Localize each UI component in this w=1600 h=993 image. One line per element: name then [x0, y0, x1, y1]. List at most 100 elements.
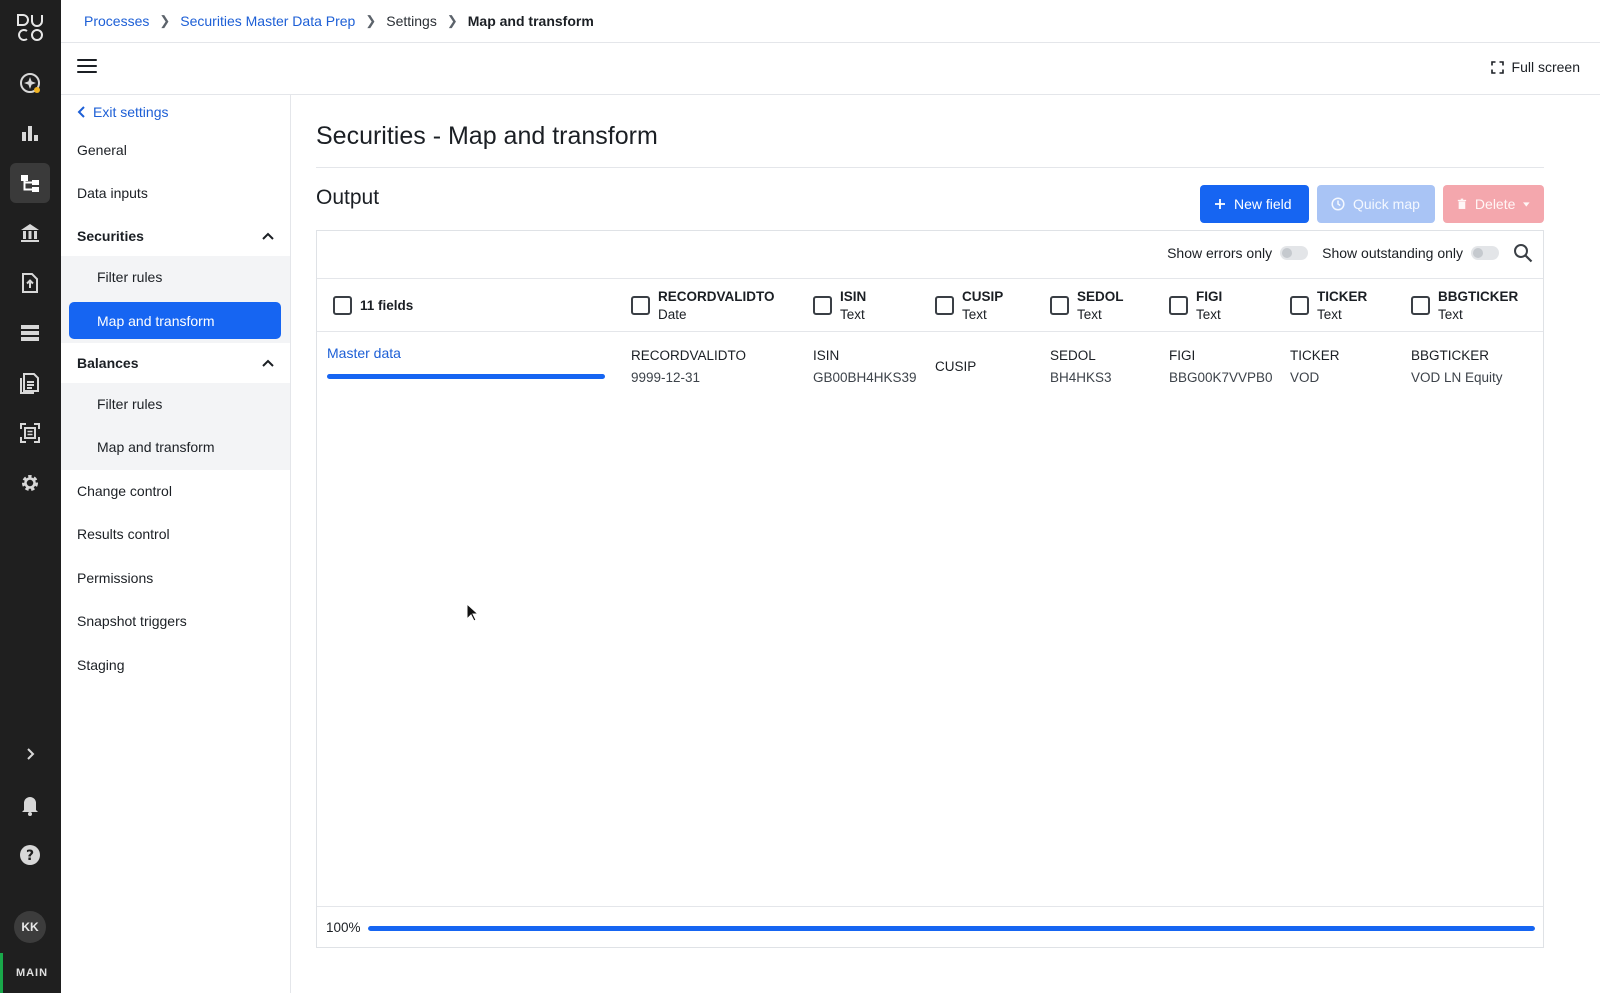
sidebar-item-results-control[interactable]: Results control [77, 526, 170, 542]
column-type: Text [1438, 307, 1463, 322]
show-errors-label: Show errors only [1167, 245, 1273, 261]
table-cell[interactable]: CUSIP [935, 356, 976, 378]
breadcrumb-settings[interactable]: Settings [386, 13, 437, 29]
table-cell[interactable]: FIGI BBG00K7VVPB0 [1169, 345, 1273, 389]
cell-key: SEDOL [1050, 348, 1096, 363]
output-fields-panel: Show errors only Show outstanding only 1… [316, 230, 1544, 948]
list-icon[interactable] [14, 317, 46, 349]
exit-settings-label: Exit settings [93, 104, 169, 120]
bell-icon[interactable] [14, 789, 46, 821]
column-type: Text [840, 307, 865, 322]
sidebar-item-balances-filter-rules[interactable]: Filter rules [97, 396, 162, 412]
cell-key: CUSIP [935, 359, 977, 374]
app-rail: ? KK MAIN [0, 0, 61, 993]
chevron-left-icon [77, 106, 85, 118]
field-count: 11 fields [360, 298, 414, 313]
column-header[interactable]: RECORDVALIDTO Date [631, 288, 775, 324]
fullscreen-button[interactable]: Full screen [1490, 59, 1580, 75]
gear-icon[interactable] [14, 467, 46, 499]
select-all-fields[interactable]: 11 fields [333, 288, 413, 315]
column-checkbox[interactable] [1411, 296, 1430, 315]
sidebar-item-balances-map-transform[interactable]: Map and transform [97, 439, 215, 455]
table-row[interactable]: Master data RECORDVALIDTO 9999-12-31 ISI… [317, 333, 1543, 393]
column-checkbox[interactable] [1050, 296, 1069, 315]
column-checkbox[interactable] [1169, 296, 1188, 315]
show-errors-toggle[interactable] [1280, 246, 1309, 260]
sidebar-item-snapshot-triggers[interactable]: Snapshot triggers [77, 613, 187, 629]
securities-submenu: Filter rules Map and transform [61, 256, 290, 343]
column-type: Text [1317, 307, 1342, 322]
bank-icon[interactable] [14, 217, 46, 249]
sidebar-item-securities-map-transform[interactable]: Map and transform [69, 302, 281, 339]
chevron-right-icon[interactable] [14, 738, 46, 770]
settings-sidebar: Exit settings General Data inputs Securi… [61, 95, 291, 993]
column-name: BBGTICKER [1438, 289, 1519, 304]
column-type: Date [658, 307, 687, 322]
divider [316, 167, 1544, 168]
table-cell[interactable]: TICKER VOD [1290, 345, 1340, 389]
table-cell[interactable]: RECORDVALIDTO 9999-12-31 [631, 345, 746, 389]
column-header[interactable]: TICKER Text [1290, 288, 1367, 324]
report-icon[interactable] [14, 367, 46, 399]
cell-key: ISIN [813, 348, 840, 363]
sparkle-icon[interactable] [14, 67, 46, 99]
column-type: Text [1196, 307, 1221, 322]
table-cell[interactable]: ISIN GB00BH4HKS39 [813, 345, 917, 389]
column-checkbox[interactable] [1290, 296, 1309, 315]
column-header[interactable]: CUSIP Text [935, 288, 1003, 324]
sidebar-group-balances[interactable]: Balances [77, 355, 274, 371]
sidebar-item-general[interactable]: General [77, 142, 127, 158]
table-cell[interactable]: SEDOL BH4HKS3 [1050, 345, 1112, 389]
column-header[interactable]: BBGTICKER Text [1411, 288, 1518, 324]
main-frame: Processes ❯ Securities Master Data Prep … [61, 0, 1600, 993]
help-icon[interactable]: ? [14, 839, 46, 871]
new-field-label: New field [1234, 196, 1292, 212]
chevron-up-icon [262, 359, 274, 367]
breadcrumb-processes[interactable]: Processes [84, 13, 149, 29]
file-upload-icon[interactable] [14, 267, 46, 299]
column-checkbox[interactable] [813, 296, 832, 315]
column-header[interactable]: ISIN Text [813, 288, 866, 324]
scan-icon[interactable] [14, 417, 46, 449]
avatar[interactable]: KK [14, 911, 46, 943]
column-name: RECORDVALIDTO [658, 289, 775, 304]
page-toolbar: Full screen [61, 43, 1600, 95]
chevron-up-icon [262, 232, 274, 240]
breadcrumb-process[interactable]: Securities Master Data Prep [180, 13, 355, 29]
source-link[interactable]: Master data [327, 345, 401, 361]
exit-settings-link[interactable]: Exit settings [77, 104, 168, 120]
bar-chart-icon[interactable] [14, 117, 46, 149]
clock-icon [1331, 197, 1345, 211]
column-checkbox[interactable] [935, 296, 954, 315]
select-all-checkbox[interactable] [333, 296, 352, 315]
process-tree-icon[interactable] [10, 163, 50, 203]
cell-value: VOD [1290, 370, 1320, 385]
hamburger-menu-icon[interactable] [77, 59, 97, 77]
column-checkbox[interactable] [631, 296, 650, 315]
column-header[interactable]: SEDOL Text [1050, 288, 1124, 324]
sidebar-group-securities[interactable]: Securities [77, 228, 274, 244]
column-header[interactable]: FIGI Text [1169, 288, 1222, 324]
breadcrumb-separator-icon: ❯ [446, 13, 458, 28]
sidebar-item-change-control[interactable]: Change control [77, 483, 172, 499]
sidebar-item-permissions[interactable]: Permissions [77, 570, 153, 586]
delete-button[interactable]: Delete [1443, 185, 1544, 223]
progress-label: 100% [326, 920, 361, 935]
mouse-cursor-icon [466, 603, 480, 622]
table-cell[interactable]: BBGTICKER VOD LN Equity [1411, 345, 1503, 389]
search-icon[interactable] [1513, 243, 1533, 263]
new-field-button[interactable]: New field [1200, 185, 1309, 223]
sidebar-group-label: Securities [77, 228, 144, 244]
sidebar-item-staging[interactable]: Staging [77, 657, 124, 673]
trash-icon [1457, 198, 1467, 209]
column-name: ISIN [840, 289, 867, 304]
sidebar-item-securities-filter-rules[interactable]: Filter rules [97, 269, 162, 285]
sidebar-item-data-inputs[interactable]: Data inputs [77, 185, 148, 201]
column-type: Text [1077, 307, 1102, 322]
show-outstanding-toggle[interactable] [1471, 246, 1499, 260]
delete-label: Delete [1474, 196, 1516, 212]
quick-map-button[interactable]: Quick map [1317, 185, 1435, 223]
breadcrumb-current: Map and transform [467, 13, 594, 29]
duco-logo[interactable] [14, 12, 46, 44]
mapping-progress: 100% [317, 906, 1543, 947]
